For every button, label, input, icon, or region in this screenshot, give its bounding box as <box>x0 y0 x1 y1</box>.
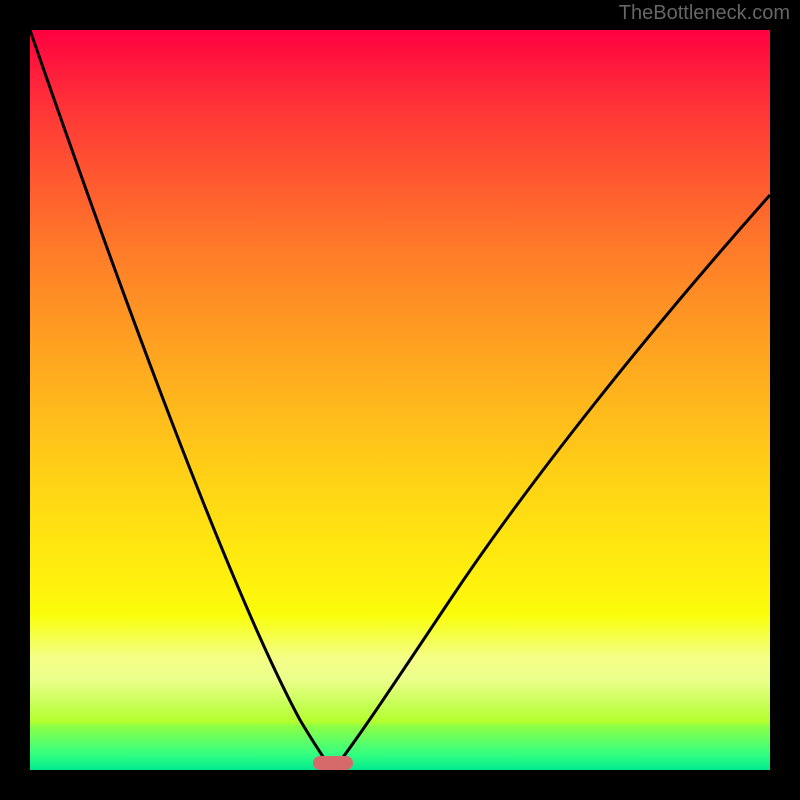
watermark-text: TheBottleneck.com <box>619 2 790 25</box>
curve-svg <box>30 30 770 770</box>
bottleneck-curve-right <box>333 195 770 770</box>
bottleneck-curve-left <box>30 30 333 770</box>
plot-area <box>30 30 770 770</box>
minimum-marker <box>313 756 353 770</box>
